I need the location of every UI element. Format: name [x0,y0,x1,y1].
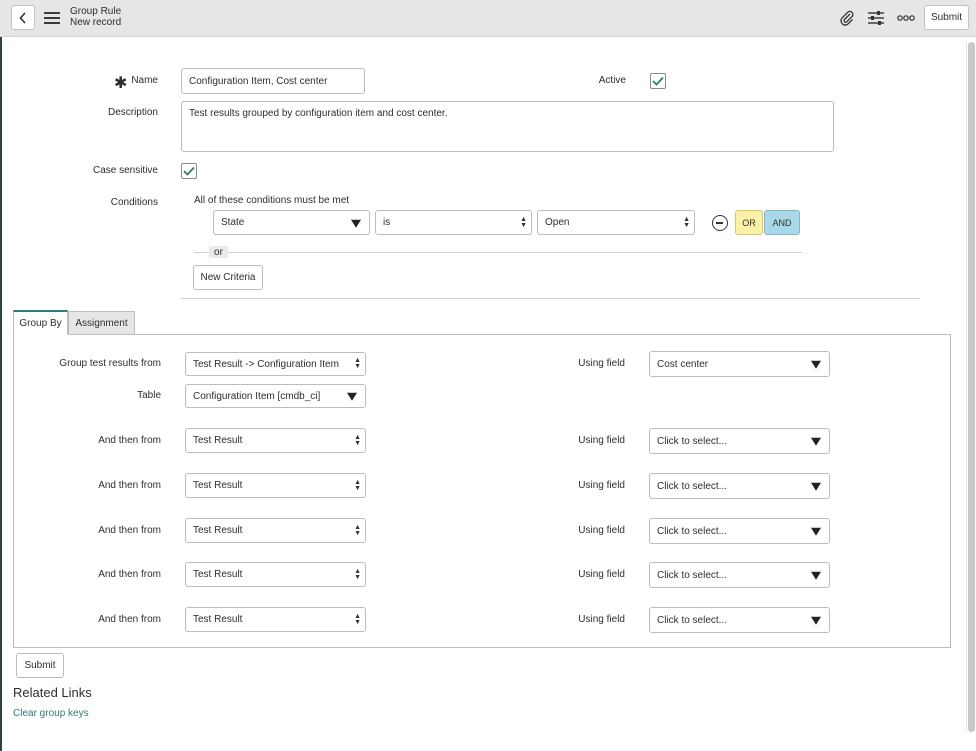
or-divider-line [194,252,802,253]
and-then-from-select[interactable]: Test Result ▲ ▼ [185,607,366,632]
using-field-label: Using field [578,435,625,446]
using-field-value: Click to select... [657,569,728,581]
using-field-select[interactable]: Click to select... [649,518,830,544]
or-button[interactable]: OR [735,210,763,235]
condition-operator-value: is [383,217,391,228]
and-then-from-label: And then from [98,569,161,580]
table-label: Table [137,390,161,401]
using-field-value: Click to select... [657,614,728,626]
using-field-label: Using field [578,569,625,580]
and-button[interactable]: AND [764,210,800,235]
and-then-from-value: Test Result [193,525,243,536]
tab-assignment[interactable]: Assignment [68,311,135,335]
menu-icon[interactable] [44,12,60,24]
using-field-value: Click to select... [657,525,728,537]
group-from-value: Test Result -> Configuration Item [193,358,339,370]
clear-group-keys-link[interactable]: Clear group keys [13,708,89,719]
sliders-icon[interactable] [867,10,885,26]
and-then-from-label: And then from [98,435,161,446]
conditions-heading: All of these conditions must be met [194,195,350,206]
updown-arrow-icon: ▲ ▼ [354,357,361,370]
condition-value-value: Open [545,217,570,228]
updown-arrow-icon: ▲ ▼ [354,478,361,492]
dropdown-arrow-icon [811,482,821,491]
conditions-label: Conditions [110,197,158,208]
using-field-value: Click to select... [657,480,728,492]
table-select[interactable]: Configuration Item [cmdb_ci] [185,384,366,408]
active-label: Active [598,75,626,86]
using-field-select[interactable]: Click to select... [649,607,830,633]
description-label: Description [107,107,158,118]
or-divider-label: or [209,246,228,258]
using-field-value: Click to select... [657,435,728,447]
left-edge-bar [0,37,2,751]
tab-group-by[interactable]: Group By [13,310,68,335]
updown-arrow-icon: ▲ ▼ [354,612,361,626]
new-criteria-button[interactable]: New Criteria [193,265,263,290]
and-then-from-label: And then from [98,525,161,536]
back-icon [19,11,26,24]
using-field-select[interactable]: Click to select... [649,473,830,499]
active-checkbox[interactable] [650,73,666,89]
header-title: Group Rule [70,6,122,17]
and-then-from-value: Test Result [193,435,243,446]
more-icon[interactable] [897,10,915,26]
group-from-select[interactable]: Test Result -> Configuration Item ▲ ▼ [185,352,366,376]
and-then-from-select[interactable]: Test Result ▲ ▼ [185,562,366,587]
condition-field-value: State [221,217,245,228]
updown-arrow-icon: ▲ ▼ [354,567,361,581]
using-field-label: Using field [578,480,625,491]
updown-arrow-icon: ▲ ▼ [354,433,361,447]
form-header: Group Rule New record Submit [0,0,976,37]
group-from-label: Group test results from [59,358,161,369]
name-input[interactable]: Configuration Item, Cost center [181,68,365,94]
scrollbar-thumb[interactable] [968,42,975,732]
header-subtitle: New record [70,17,122,28]
updown-arrow-icon: ▲ ▼ [520,215,527,229]
back-button[interactable] [11,5,35,30]
dropdown-arrow-icon [811,571,821,580]
header-title-block: Group Rule New record [70,6,121,28]
condition-field-select[interactable]: State [213,210,370,235]
condition-value-select[interactable]: Open ▲ ▼ [537,210,695,235]
and-then-from-select[interactable]: Test Result ▲ ▼ [185,518,366,543]
name-label: Name [131,75,158,86]
and-then-from-label: And then from [98,480,161,491]
condition-operator-select[interactable]: is ▲ ▼ [375,210,532,235]
using-field-value: Cost center [657,358,709,370]
description-textarea[interactable]: Test results grouped by configuration it… [181,101,834,152]
case-sensitive-checkbox[interactable] [181,163,197,179]
remove-condition-icon[interactable] [712,215,728,231]
and-then-from-value: Test Result [193,480,243,491]
and-then-from-select[interactable]: Test Result ▲ ▼ [185,428,366,453]
dropdown-arrow-icon [811,437,821,446]
dropdown-arrow-icon [811,527,821,536]
using-field-select[interactable]: Click to select... [649,562,830,588]
dropdown-arrow-icon [811,360,821,369]
using-field-select[interactable]: Cost center [649,351,830,377]
submit-button[interactable]: Submit [16,653,64,678]
dropdown-arrow-icon [347,392,357,401]
and-then-from-select[interactable]: Test Result ▲ ▼ [185,473,366,498]
related-links-heading: Related Links [13,685,92,700]
dropdown-arrow-icon [811,616,821,625]
and-then-from-label: And then from [98,614,161,625]
using-field-label: Using field [578,525,625,536]
updown-arrow-icon: ▲ ▼ [683,215,690,229]
and-then-from-value: Test Result [193,614,243,625]
updown-arrow-icon: ▲ ▼ [354,523,361,537]
and-then-from-value: Test Result [193,569,243,580]
header-submit-button[interactable]: Submit [924,5,969,30]
table-value: Configuration Item [cmdb_ci] [193,390,321,402]
using-field-label: Using field [578,358,625,369]
dropdown-arrow-icon [351,219,361,228]
checkmark-icon [183,166,195,176]
checkmark-icon [652,76,664,86]
using-field-select[interactable]: Click to select... [649,428,830,454]
case-sensitive-label: Case sensitive [92,165,158,176]
scrollbar[interactable] [966,42,975,732]
paperclip-icon[interactable] [838,10,856,26]
using-field-label: Using field [578,614,625,625]
section-divider [181,298,920,299]
